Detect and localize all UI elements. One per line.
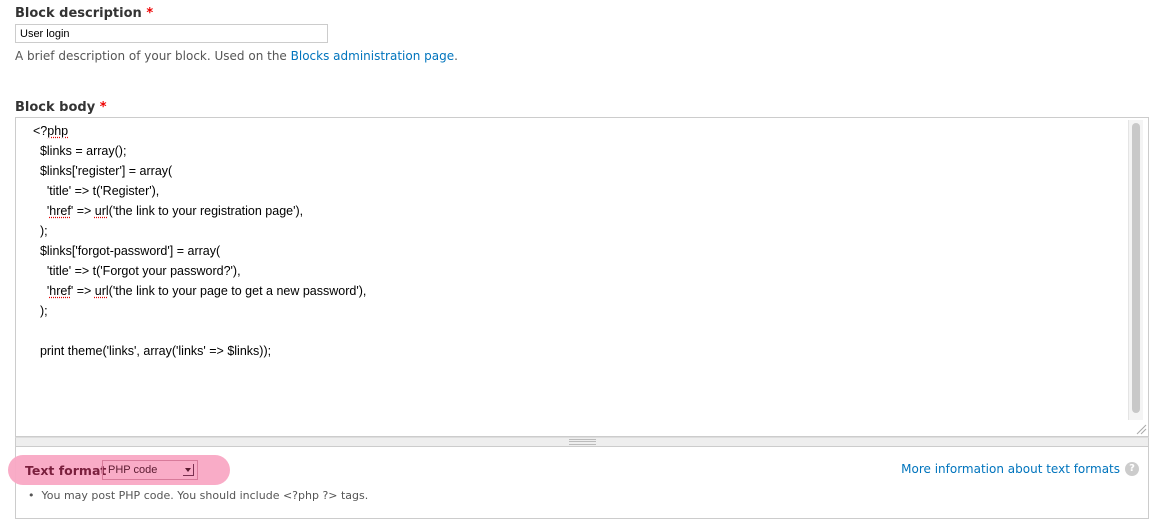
block-body-textarea[interactable]: <?php $links = array(); $links['register… xyxy=(15,117,1149,437)
more-info-text-formats-link[interactable]: More information about text formats xyxy=(901,462,1120,476)
help-suffix: . xyxy=(454,49,458,63)
block-description-help: A brief description of your block. Used … xyxy=(15,49,458,63)
help-prefix: A brief description of your block. Used … xyxy=(15,49,291,63)
textarea-resize-grippie[interactable] xyxy=(15,437,1149,447)
block-description-label: Block description * xyxy=(15,6,153,21)
help-icon[interactable]: ? xyxy=(1125,462,1139,476)
format-tip: • You may post PHP code. You should incl… xyxy=(28,489,369,502)
required-marker: * xyxy=(146,6,154,21)
blocks-admin-link[interactable]: Blocks administration page xyxy=(291,49,454,63)
label-text: Block body xyxy=(15,100,96,115)
chevron-down-icon xyxy=(183,464,194,476)
text-format-select[interactable]: PHP code xyxy=(102,460,198,480)
required-marker: * xyxy=(99,100,107,115)
block-body-label: Block body * xyxy=(15,100,107,115)
text-format-label: Text format xyxy=(25,463,107,478)
vertical-scrollbar[interactable] xyxy=(1128,120,1143,420)
label-text: Block description xyxy=(15,6,142,21)
text-format-wrapper: Text format PHP code • You may post PHP … xyxy=(8,447,1149,519)
tip-text: You may post PHP code. You should includ… xyxy=(41,489,369,502)
resize-handle-icon[interactable] xyxy=(1133,421,1147,435)
scrollbar-thumb[interactable] xyxy=(1132,123,1140,413)
selected-value: PHP code xyxy=(108,464,158,476)
code-content[interactable]: <?php $links = array(); $links['register… xyxy=(33,121,366,361)
grippie-icon xyxy=(569,439,596,445)
block-description-input[interactable] xyxy=(15,24,328,43)
